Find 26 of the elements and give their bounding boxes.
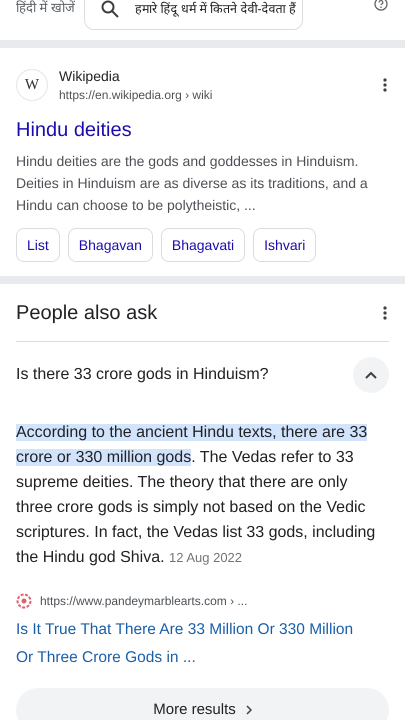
site-url: https://en.wikipedia.org › wiki [59,87,214,104]
related-chip[interactable]: Ishvari [253,228,316,262]
site-favicon: W [16,69,48,101]
search-query: हमारे हिंदू धर्म में कितने देवी-देवता हैं [135,0,296,18]
related-chip[interactable]: Bhagavati [160,228,246,262]
help-icon[interactable] [374,0,388,11]
related-chip[interactable]: List [16,228,60,262]
search-field[interactable]: हमारे हिंदू धर्म में कितने देवी-देवता हैं [84,0,303,30]
question-text: Is there 33 crore gods in Hinduism? [16,365,269,385]
related-chip[interactable]: Bhagavan [68,228,153,262]
result-title[interactable]: Hindu deities [16,116,389,144]
section-heading: People also ask [16,300,158,326]
more-options-icon[interactable] [383,78,387,92]
question-row[interactable]: Is there 33 crore gods in Hinduism? [16,342,389,408]
site-name: Wikipedia [59,67,121,86]
chevron-right-icon [246,705,252,715]
language-link[interactable]: हिंदी में खोजें [16,0,76,16]
result-snippet: Hindu deities are the gods and goddesses in Hinduism. Deities in Hinduism are as diverse as its traditions, and a Hindu can choose to be polytheistic, ... [16,152,369,215]
chevron-icon [365,371,377,379]
source-link[interactable]: Is It True That There Are 33 Million Or 330 Million Or Three Crore Gods in ... [16,616,389,672]
answer-text: According to the ancient Hindu texts, there are 33 crore or 330 million gods. The Vedas refer to 33 supreme deities. The theory that there are only three crore gods is simply not based on the Vedic scriptures. In fact, the Vedas list 33 gods, including the Hindu god Shiva. 12 Aug 2022 [16,423,376,568]
flower-icon [16,593,32,609]
search-icon [101,0,119,18]
more-options-icon[interactable] [383,306,387,320]
source-url: https://www.pandeymarblearts.com › ... [40,593,248,610]
more-results-button[interactable]: More results [16,688,389,720]
